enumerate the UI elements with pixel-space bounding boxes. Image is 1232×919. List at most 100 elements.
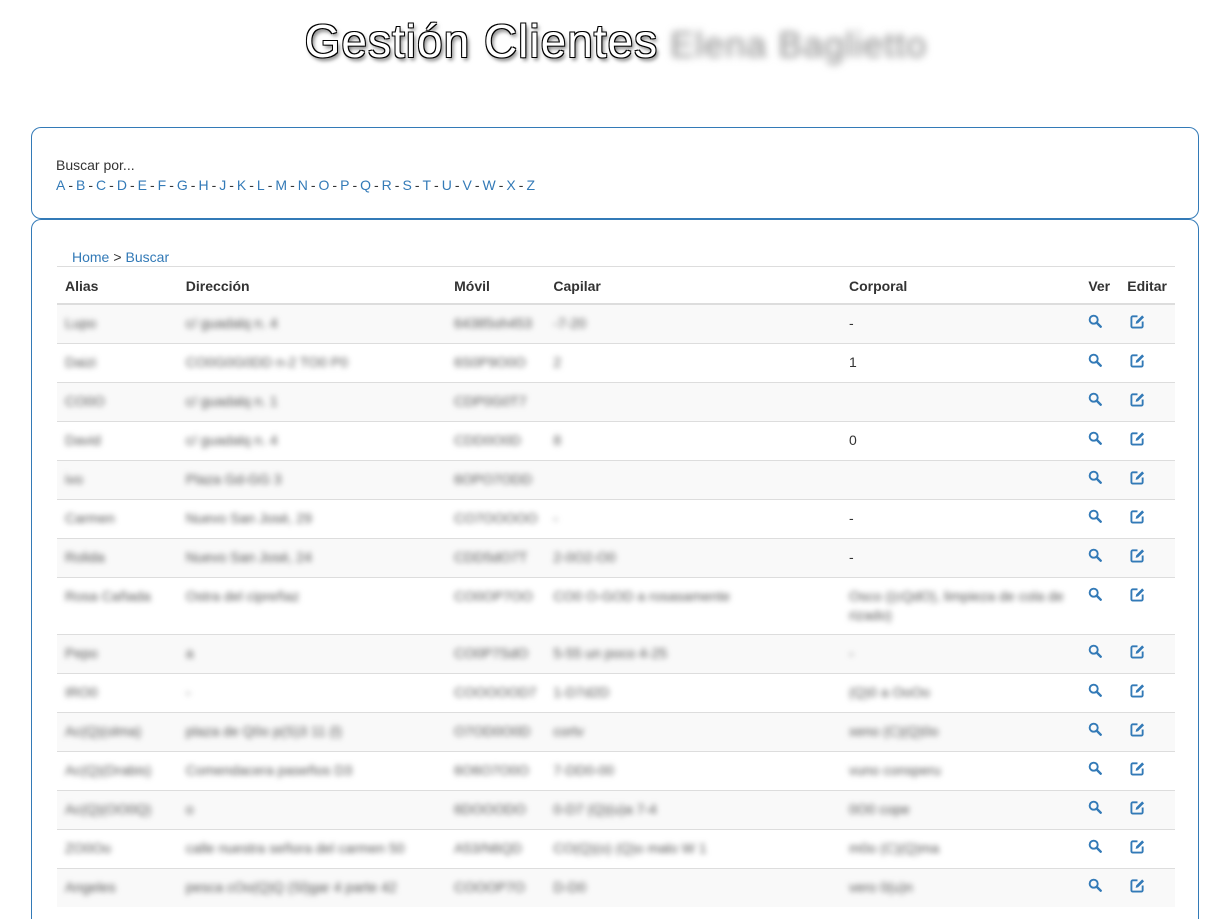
letter-separator: - [149,177,155,193]
edit-icon[interactable] [1130,548,1146,564]
edit-icon[interactable] [1130,314,1146,330]
letter-link-z[interactable]: Z [526,177,535,193]
cell-direccion: Plaza Gd-GG 3 [177,460,447,500]
letter-separator: - [68,177,74,193]
edit-icon[interactable] [1130,644,1146,660]
cell-direccion: c/ guadalq n. 4 [177,303,447,344]
magnifier-icon[interactable] [1088,800,1104,816]
table-row: Ac(Q)(Drabis) Comendacera paseños D3 6O6O7… [57,751,1175,791]
letter-link-r[interactable]: R [382,177,392,193]
edit-icon[interactable] [1130,353,1146,369]
magnifier-icon[interactable] [1088,470,1104,486]
letter-separator: - [249,177,254,193]
cell-movil: COOOOOD7 [446,673,546,713]
capilar-value: 5-55 un poco 4-25 [553,645,668,661]
magnifier-icon[interactable] [1088,878,1104,894]
letter-link-f[interactable]: F [158,177,167,193]
capilar-value: CO0 O-GOD a rosasamente [553,588,730,604]
edit-icon[interactable] [1130,722,1146,738]
cell-editar [1119,343,1175,383]
edit-icon[interactable] [1130,470,1146,486]
magnifier-icon[interactable] [1088,644,1104,660]
magnifier-icon[interactable] [1088,353,1104,369]
magnifier-icon[interactable] [1088,548,1104,564]
letter-link-v[interactable]: V [463,177,472,193]
letter-link-e[interactable]: E [138,177,147,193]
magnifier-icon[interactable] [1088,509,1104,525]
table-row: CO0O c/ guadalq n. 1 CDP0G0T7 [57,382,1175,422]
results-panel: Home > Buscar Alias Dirección Móvil Capila… [31,219,1199,919]
edit-icon[interactable] [1130,587,1146,603]
letter-link-l[interactable]: L [257,177,265,193]
magnifier-icon[interactable] [1088,314,1104,330]
corporal-value: 0 [848,432,857,448]
breadcrumb-home-link[interactable]: Home [72,249,109,265]
letter-link-k[interactable]: K [237,177,246,193]
letter-link-b[interactable]: B [76,177,85,193]
edit-icon[interactable] [1130,683,1146,699]
letter-link-c[interactable]: C [96,177,106,193]
magnifier-icon[interactable] [1088,839,1104,855]
magnifier-icon[interactable] [1088,761,1104,777]
letter-link-j[interactable]: J [219,177,226,193]
alias-value: Rosa Cañada [65,588,151,604]
direccion-value: c/ guadalq n. 1 [185,393,278,409]
letter-link-t[interactable]: T [422,177,431,193]
edit-icon[interactable] [1130,800,1146,816]
capilar-value: 1-D7d2D [553,684,610,700]
cell-movil: 6S0P9O0O [446,343,546,383]
search-panel: Buscar por... A-B-C-D-E-F-G-H-J-K-L-M-N-… [31,127,1199,219]
letter-link-w[interactable]: W [483,177,496,193]
movil-value: COOOOOD7 [454,684,537,700]
cell-editar [1119,712,1175,752]
edit-icon[interactable] [1130,761,1146,777]
direccion-value: o [185,801,194,817]
direccion-value: Plaza Gd-GG 3 [185,471,282,487]
letter-link-n[interactable]: N [298,177,308,193]
table-row: Lupo c/ guadalq n. 4 64385oh453 -7-20 - [57,303,1175,344]
letter-link-u[interactable]: U [442,177,452,193]
letter-link-h[interactable]: H [198,177,208,193]
letter-link-a[interactable]: A [56,177,65,193]
letter-link-p[interactable]: P [340,177,349,193]
cell-capilar: CO(Q)(o) (Q)o malo W 1 [545,829,841,869]
header-movil: Móvil [446,266,546,305]
cell-ver [1080,343,1120,383]
cell-corporal: (Q)0 a OoOo [840,673,1081,713]
cell-direccion: Nuevo San José, 24 [177,538,447,578]
magnifier-icon[interactable] [1088,587,1104,603]
letter-link-m[interactable]: M [275,177,287,193]
letter-link-x[interactable]: X [506,177,515,193]
edit-icon[interactable] [1130,878,1146,894]
cell-movil: CDD0O0D [446,421,546,461]
letter-separator: - [190,177,196,193]
breadcrumb-current[interactable]: Buscar [126,249,170,265]
corporal-value: Osco ((cQdO), limpieza de cola de rizado… [848,588,1064,623]
magnifier-icon[interactable] [1088,722,1104,738]
magnifier-icon[interactable] [1088,431,1104,447]
edit-icon[interactable] [1130,509,1146,525]
letter-link-d[interactable]: D [117,177,127,193]
magnifier-icon[interactable] [1088,392,1104,408]
letter-link-g[interactable]: G [177,177,188,193]
owner-name: Elena Baglietto [670,23,928,65]
letter-link-q[interactable]: Q [360,177,371,193]
cell-direccion: Nuevo San José, 29 [177,499,447,539]
alias-value: David [65,432,101,448]
alias-value: Ac(Q)(Drabis) [65,762,152,778]
cell-editar [1119,634,1175,674]
letter-link-s[interactable]: S [402,177,411,193]
edit-icon[interactable] [1130,392,1146,408]
alias-value: Ac(Q)(olma) [65,723,142,739]
table-row: Rosa Cañada Ostra del cipreñaz CO0OP7OO CO0… [57,577,1175,635]
direccion-value: pesca cOo(Q)Q (Sl)gar 4 parte 42 [185,879,397,895]
cell-ver [1080,421,1120,461]
cell-capilar: D-D0 [545,868,841,907]
cell-ver [1080,829,1120,869]
table-row: Angeles pesca cOo(Q)Q (Sl)gar 4 parte 42 C… [57,868,1175,907]
magnifier-icon[interactable] [1088,683,1104,699]
edit-icon[interactable] [1130,839,1146,855]
cell-direccion: c/ guadalq n. 1 [177,382,447,422]
letter-link-o[interactable]: O [319,177,330,193]
edit-icon[interactable] [1130,431,1146,447]
